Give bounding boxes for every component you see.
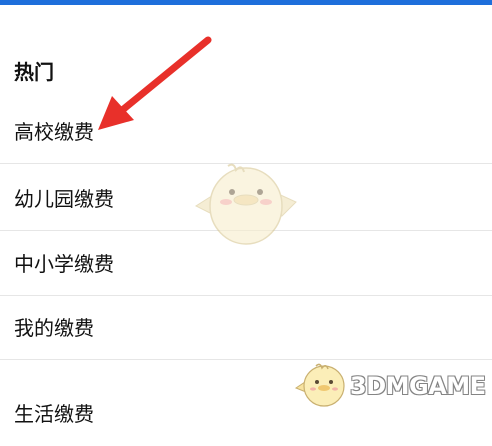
menu-item-label: 幼儿园缴费 [14, 187, 114, 211]
menu-item-label: 高校缴费 [14, 120, 94, 144]
menu-item-college-payment[interactable]: 高校缴费 [0, 100, 492, 164]
red-arrow-icon [98, 36, 212, 130]
section-header-hot: 热门 [14, 60, 54, 84]
menu-item-label: 我的缴费 [14, 316, 94, 340]
menu-item-my-payments[interactable]: 我的缴费 [0, 296, 492, 360]
chick-mascot-icon [194, 163, 297, 245]
menu-item-label: 中小学缴费 [14, 252, 114, 276]
chick-watermark-icon [294, 363, 345, 407]
watermark: 3DMGAME [294, 358, 488, 410]
top-bar [0, 0, 492, 5]
watermark-text: 3DMGAME [350, 372, 486, 400]
menu-item-label: 生活缴费 [14, 402, 94, 426]
